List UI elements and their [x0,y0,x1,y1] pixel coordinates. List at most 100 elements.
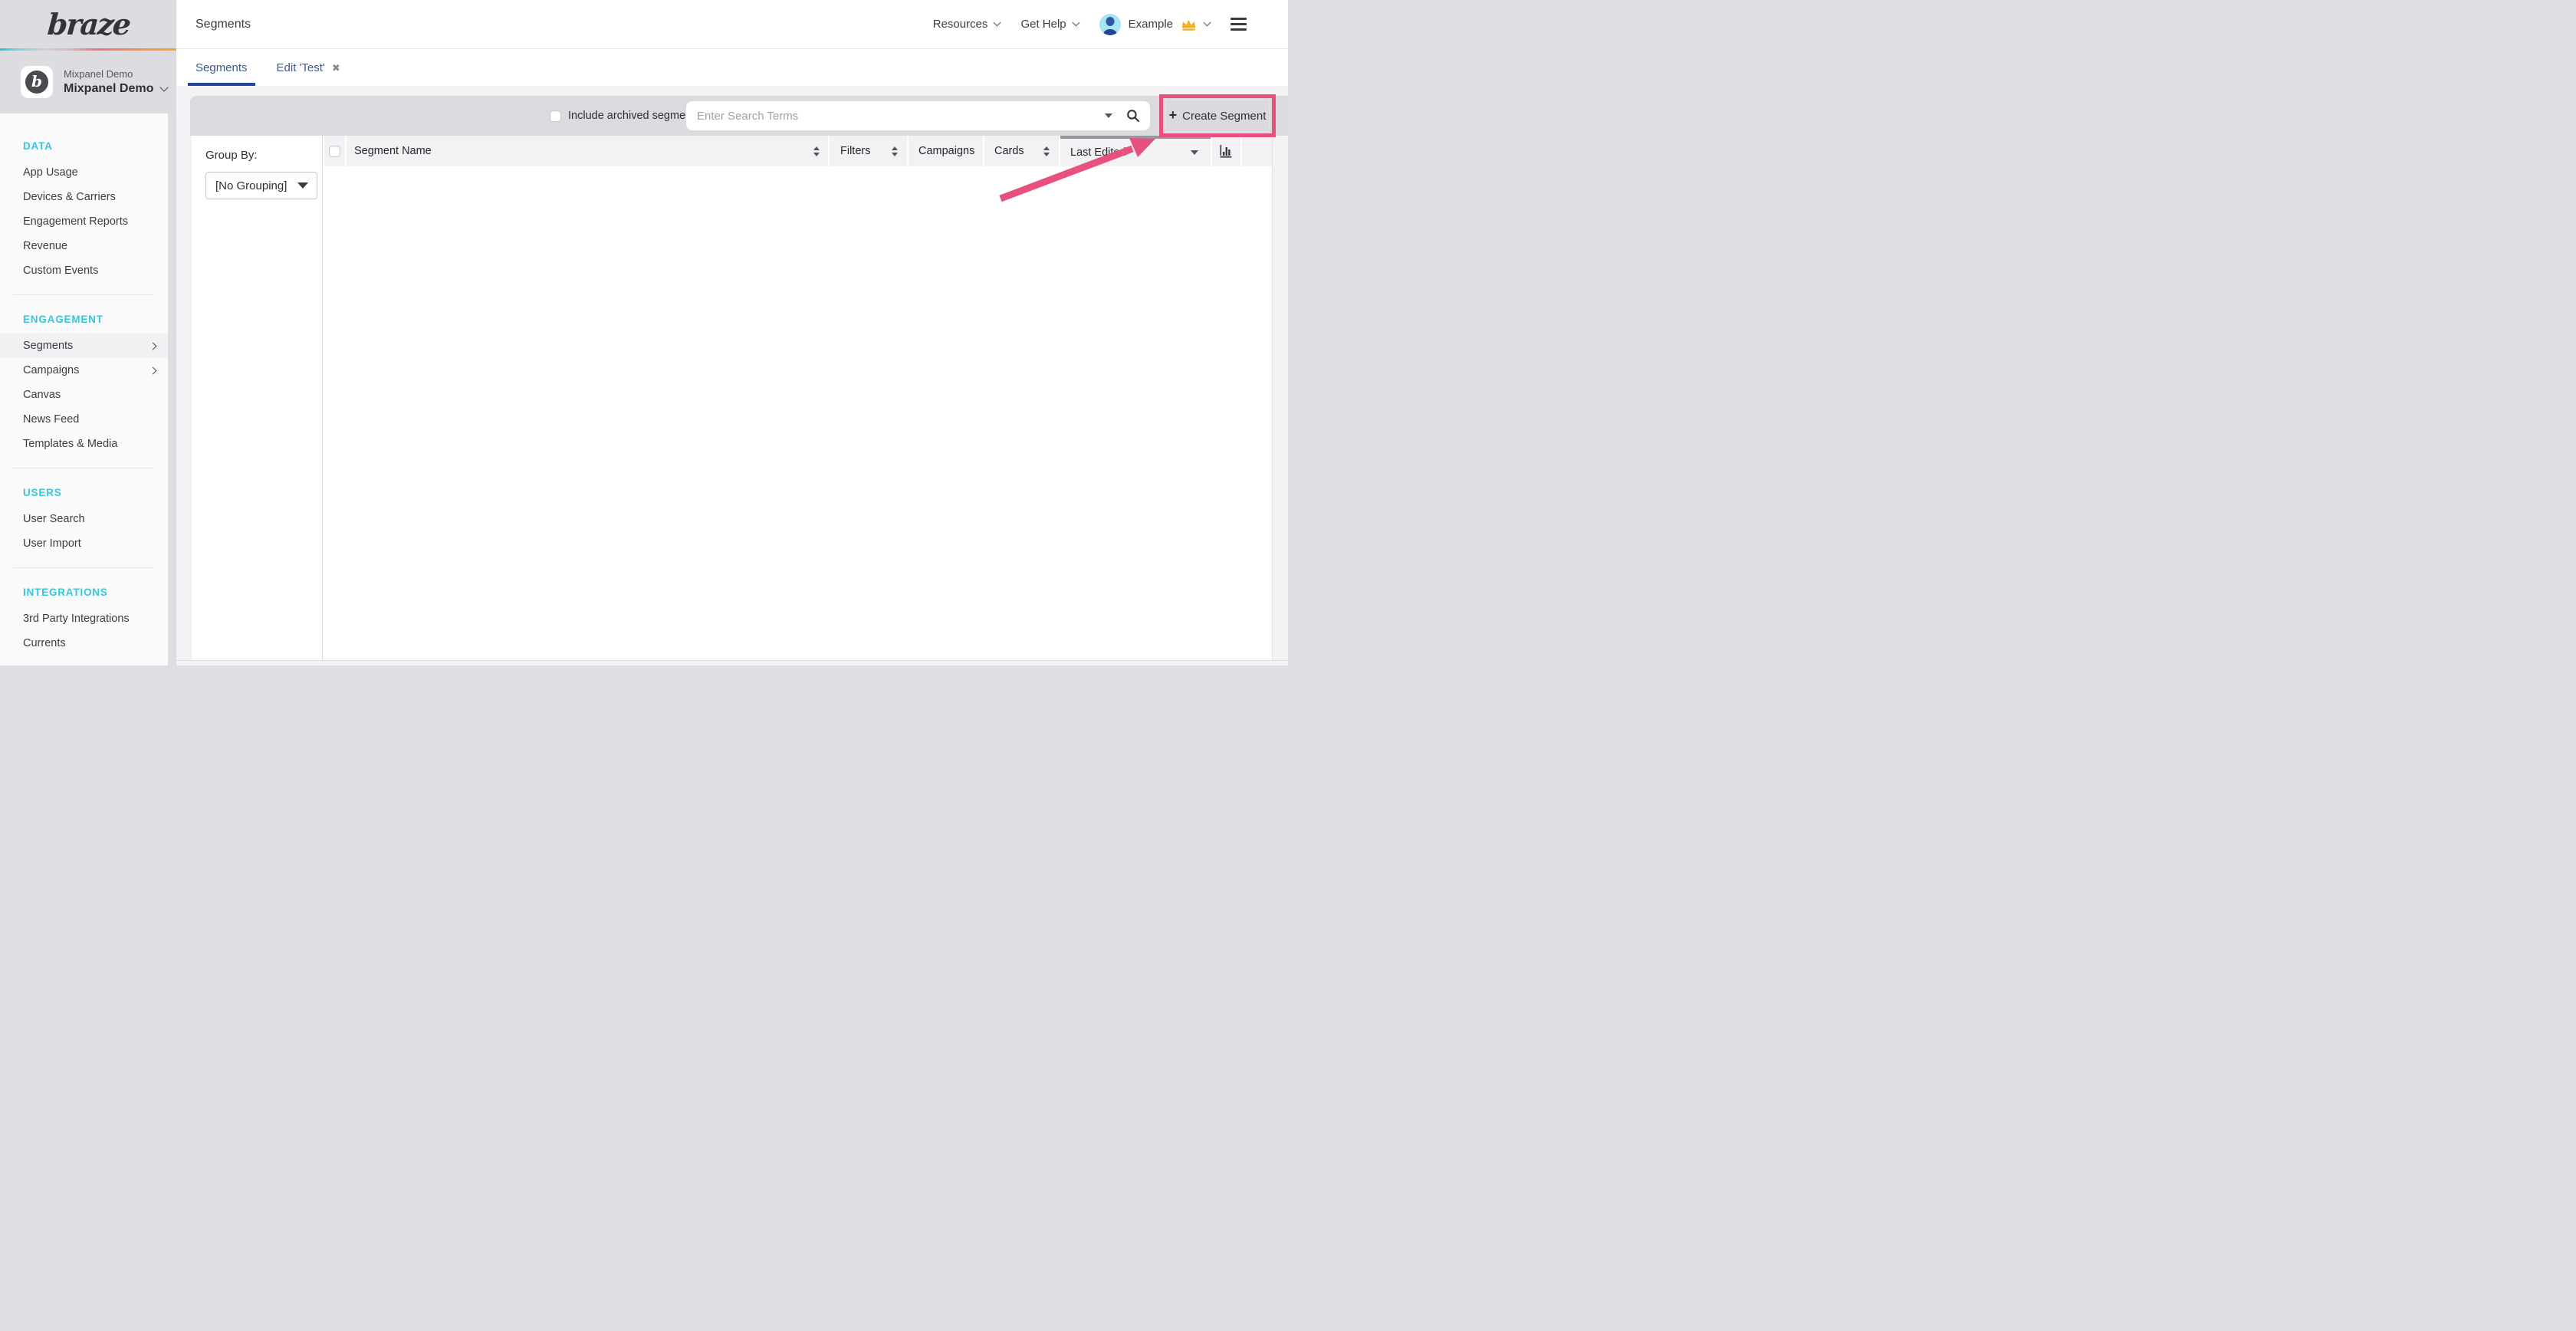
sidebar-item-revenue[interactable]: Revenue [0,234,168,258]
sidebar-item-segments[interactable]: Segments [0,334,168,358]
dropdown-caret-icon [297,182,308,189]
user-menu[interactable]: Example [1099,14,1210,35]
get-help-label: Get Help [1020,18,1066,31]
sidebar-item-devices-carriers[interactable]: Devices & Carriers [0,185,168,209]
include-archived-checkbox[interactable] [550,110,561,122]
sidebar-item-label: Templates & Media [23,438,117,450]
select-all-checkbox[interactable] [329,146,340,157]
resources-menu[interactable]: Resources [933,18,1001,31]
crown-icon [1181,18,1197,31]
plus-icon: + [1169,108,1178,122]
column-header-filters[interactable]: Filters [830,136,907,166]
sidebar-item-label: User Import [23,537,81,550]
sidebar-logo-area: braze [0,0,176,48]
chevron-down-icon [160,83,169,91]
segments-page-body: Include archived segments + Create Segme… [176,86,1288,666]
hamburger-menu-icon[interactable] [1230,18,1247,31]
sidebar-section-integrations: INTEGRATIONS [0,580,168,604]
sidebar-item-label: Segments [23,340,73,352]
sidebar-item-canvas[interactable]: Canvas [0,383,168,407]
tabs-row: Segments Edit 'Test' ✖ [176,49,1288,86]
create-segment-label: Create Segment [1182,110,1266,123]
sidebar-item-label: Devices & Carriers [23,191,116,203]
sidebar-item-label: Currents [23,637,66,649]
bar-chart-icon [1220,145,1234,158]
create-segment-button[interactable]: + Create Segment [1165,100,1270,132]
column-header-segment-name[interactable]: Segment Name [347,136,828,166]
sidebar-divider [13,294,154,295]
sidebar-item-news-feed[interactable]: News Feed [0,407,168,432]
group-by-label: Group By: [205,149,322,162]
chevron-right-icon [150,366,157,374]
sidebar-item-user-import[interactable]: User Import [0,531,168,556]
search-dropdown-caret-icon[interactable] [1105,113,1112,118]
workspace-name: Mixpanel Demo [64,82,153,96]
get-help-menu[interactable]: Get Help [1020,18,1078,31]
tab-label: Edit 'Test' [277,61,325,74]
app-group-label: Mixpanel Demo [64,68,167,80]
chevron-down-icon [1204,19,1211,27]
column-label: Last Edited [1070,146,1126,159]
resources-label: Resources [933,18,988,31]
segments-table: Segment Name Filters Campaigns Cards Las… [323,136,1288,660]
segments-toolbar: Include archived segments + Create Segme… [190,96,1288,136]
column-label: Campaigns [918,145,974,157]
sidebar-section-users: USERS [0,480,168,504]
include-archived-label[interactable]: Include archived segments [568,110,701,122]
search-input[interactable] [697,110,1105,123]
sidebar-item-label: Canvas [23,389,61,401]
sort-icon[interactable] [1043,146,1050,156]
column-label: Cards [994,145,1024,157]
column-header-last-edited[interactable]: Last Edited [1060,136,1211,166]
search-icon[interactable] [1126,109,1140,123]
sidebar-item-templates-media[interactable]: Templates & Media [0,432,168,456]
sidebar-divider [13,567,154,568]
table-right-border [1272,136,1273,660]
left-gutter [176,136,192,660]
segments-table-body [323,136,1272,660]
group-by-value: [No Grouping] [215,179,287,192]
sidebar-item-label: Engagement Reports [23,215,128,228]
main-area: Segments Resources Get Help Example [176,0,1288,666]
sidebar-item-label: App Usage [23,166,78,179]
sidebar-item-engagement-reports[interactable]: Engagement Reports [0,209,168,234]
select-all-cell [324,136,345,166]
page-title: Segments [196,18,251,31]
workspace-selector[interactable]: b Mixpanel Demo Mixpanel Demo [0,51,176,113]
tab-edit-test[interactable]: Edit 'Test' ✖ [277,49,340,86]
column-label: Filters [840,145,870,157]
sidebar-item-label: User Search [23,513,85,525]
column-header-cards[interactable]: Cards [984,136,1059,166]
group-by-dropdown[interactable]: [No Grouping] [205,172,317,199]
sort-icon[interactable] [892,146,898,156]
group-by-panel: Group By: [No Grouping] [192,136,323,660]
chevron-right-icon [150,342,157,350]
workspace-avatar-letter: b [25,71,48,94]
chevron-down-icon [994,19,1001,27]
column-label: Segment Name [354,145,432,157]
tab-label: Segments [196,61,248,74]
workspace-avatar: b [21,66,53,98]
sidebar-section-data: DATA [0,133,168,158]
column-dropdown-caret-icon[interactable] [1191,150,1198,155]
braze-logo: braze [46,7,130,41]
sidebar-item-label: Revenue [23,240,67,252]
sidebar-item-user-search[interactable]: User Search [0,507,168,531]
sidebar-item-label: Custom Events [23,265,98,277]
sidebar-item-label: 3rd Party Integrations [23,613,130,625]
segment-search-box [686,101,1150,130]
column-header-campaigns[interactable]: Campaigns [909,136,983,166]
column-header-analytics[interactable] [1212,136,1240,166]
top-bar: Segments Resources Get Help Example [176,0,1288,49]
sidebar-item-app-usage[interactable]: App Usage [0,160,168,185]
sidebar-item-custom-events[interactable]: Custom Events [0,258,168,283]
sidebar-item-campaigns[interactable]: Campaigns [0,358,168,383]
sidebar-item-currents[interactable]: Currents [0,631,168,656]
user-name: Example [1129,18,1173,31]
sidebar-item-3rd-party-integrations[interactable]: 3rd Party Integrations [0,606,168,631]
sort-icon[interactable] [813,146,820,156]
sidebar-section-engagement: ENGAGEMENT [0,307,168,331]
tab-segments[interactable]: Segments [196,49,248,86]
sidebar-item-label: News Feed [23,413,79,426]
close-icon[interactable]: ✖ [332,63,340,73]
